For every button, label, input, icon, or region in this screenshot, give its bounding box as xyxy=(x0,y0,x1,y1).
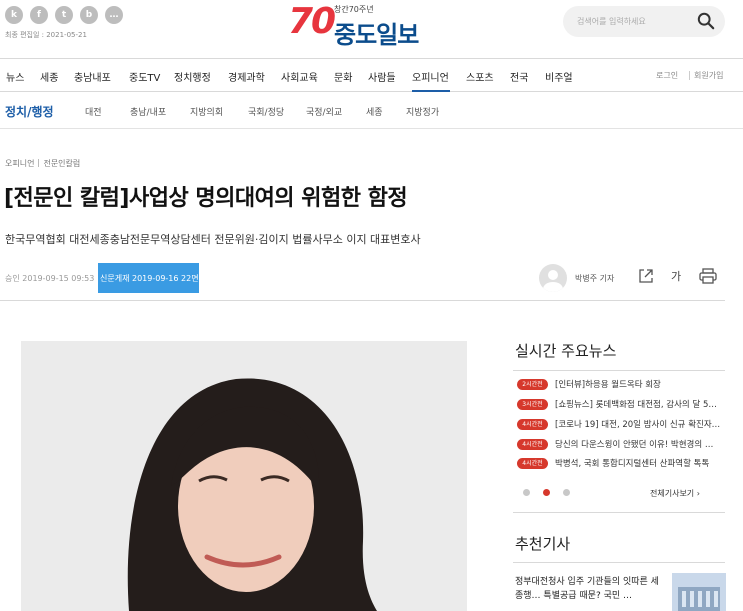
breadcrumb: 오피니언 전문인칼럼 xyxy=(5,158,80,169)
news-item[interactable]: 3시간전 [쇼핑뉴스] 롯데백화점 대전점, 감사의 달 5… xyxy=(515,397,727,411)
nav-item-visual[interactable]: 비주얼 xyxy=(545,69,573,84)
subnav-item-assembly[interactable]: 국회/정당 xyxy=(248,105,284,118)
facebook-icon[interactable]: f xyxy=(30,6,48,24)
carousel-dot-active[interactable] xyxy=(543,489,550,496)
nav-item-sports[interactable]: 스포츠 xyxy=(466,69,494,84)
news-title[interactable]: [코로나 19] 대전, 20일 밤사이 신규 확진자… xyxy=(555,418,727,430)
share-icon[interactable] xyxy=(638,268,654,284)
nav-item-tv[interactable]: 중도TV xyxy=(129,69,160,84)
breadcrumb-opinion[interactable]: 오피니언 xyxy=(5,159,34,168)
subnav-item-sejong[interactable]: 세종 xyxy=(366,105,383,118)
section-title[interactable]: 정치/행정 xyxy=(5,103,54,120)
search-box[interactable]: 검색어를 입력하세요 xyxy=(563,6,725,37)
main-nav: 뉴스 세종 충남내포 중도TV 정치행정 경제과학 사회교육 문화 사람들 오피… xyxy=(0,58,743,92)
reporter-name[interactable]: 박병주 기자 xyxy=(575,273,614,284)
news-time-badge: 4시간전 xyxy=(517,439,548,450)
active-nav-underline xyxy=(412,90,450,92)
carousel-pagination xyxy=(523,489,570,496)
site-logo[interactable]: 70 창간70주년 중도일보 xyxy=(288,1,448,50)
carousel-dot[interactable] xyxy=(523,489,530,496)
news-item[interactable]: 4시간전 박병석, 국회 통합디지털센터 산파역할 톡톡 xyxy=(515,456,727,470)
nav-item-politics[interactable]: 정치행정 xyxy=(174,69,211,84)
news-title[interactable]: [쇼핑뉴스] 롯데백화점 대전점, 감사의 달 5… xyxy=(555,398,727,410)
news-title[interactable]: [인터뷰]하응용 월드옥타 회장 xyxy=(555,378,727,390)
logo-name: 중도일보 xyxy=(334,21,419,49)
subnav-item-council[interactable]: 지방의회 xyxy=(190,105,223,118)
nav-item-economy[interactable]: 경제과학 xyxy=(228,69,265,84)
article-headline: [전문인 칼럼]사업상 명의대여의 위험한 함정 xyxy=(4,186,408,211)
article-photo xyxy=(21,341,467,611)
news-item[interactable]: 4시간전 [코로나 19] 대전, 20일 밤사이 신규 확진자… xyxy=(515,417,727,431)
columnist-portrait xyxy=(21,341,467,611)
subnav-item-daejeon[interactable]: 대전 xyxy=(85,105,102,118)
news-item[interactable]: 2시간전 [인터뷰]하응용 월드옥타 회장 xyxy=(515,377,727,391)
carousel-dot[interactable] xyxy=(563,489,570,496)
view-all-label: 전체기사보기 xyxy=(650,489,695,498)
sidebar-divider xyxy=(513,512,725,513)
news-item[interactable]: 4시간전 당신의 다운스윙이 안됐던 이유! 박현경의 … xyxy=(515,437,727,451)
nav-item-opinion[interactable]: 오피니언 xyxy=(412,69,449,84)
site-header: k f t b … 최종 편집일 : 2021-05-21 70 창간70주년 … xyxy=(0,0,743,57)
building-image xyxy=(672,573,726,611)
news-time-badge: 4시간전 xyxy=(517,419,548,430)
recommended-article-thumbnail[interactable] xyxy=(672,573,726,611)
sidebar-divider xyxy=(513,370,725,371)
nav-item-society[interactable]: 사회교육 xyxy=(281,69,318,84)
nav-separator xyxy=(689,71,690,80)
nav-item-sejong[interactable]: 세종 xyxy=(40,69,58,84)
more-share-icon[interactable]: … xyxy=(105,6,123,24)
search-input[interactable]: 검색어를 입력하세요 xyxy=(577,16,646,27)
last-edited-date: 최종 편집일 : 2021-05-21 xyxy=(5,31,87,39)
print-date: 신문게재 2019-09-16 22면 xyxy=(100,274,199,283)
subnav-item-local-politics[interactable]: 지방정가 xyxy=(406,105,439,118)
subnav-item-chungnam[interactable]: 충남/내포 xyxy=(130,105,166,118)
approved-date: 승인 2019-09-15 09:53 xyxy=(5,274,95,283)
recommended-title: 추천기사 xyxy=(515,535,571,553)
nav-item-chungnam[interactable]: 충남내포 xyxy=(74,69,111,84)
social-links: k f t b … xyxy=(5,6,123,24)
reporter-avatar xyxy=(539,264,567,292)
chevron-right-icon: › xyxy=(696,489,700,498)
news-title[interactable]: 당신의 다운스윙이 안됐던 이유! 박현경의 … xyxy=(555,438,727,450)
print-date-highlight: 신문게재 2019-09-16 22면 xyxy=(98,263,199,293)
logo-number: 70 xyxy=(288,1,336,42)
nav-item-culture[interactable]: 문화 xyxy=(334,69,352,84)
news-time-badge: 3시간전 xyxy=(517,399,548,410)
recommended-article-title[interactable]: 정부대전청사 입주 기관들의 잇따른 세종행… 특별공급 때문? 국민 … xyxy=(515,575,663,603)
signup-link[interactable]: 회원가입 xyxy=(694,70,723,81)
print-icon[interactable] xyxy=(699,268,717,284)
section-subnav: 정치/행정 대전 충남/내포 지방의회 국회/정당 국정/외교 세종 지방정가 xyxy=(0,93,743,129)
subnav-item-diplomacy[interactable]: 국정/외교 xyxy=(306,105,342,118)
search-icon[interactable] xyxy=(697,12,715,30)
news-time-badge: 4시간전 xyxy=(517,458,548,469)
font-size-icon[interactable]: 가 xyxy=(671,268,681,284)
article-header-divider xyxy=(0,300,725,301)
twitter-icon[interactable]: t xyxy=(55,6,73,24)
kakaostory-icon[interactable]: k xyxy=(5,6,23,24)
login-link[interactable]: 로그인 xyxy=(656,70,678,81)
news-title[interactable]: 박병석, 국회 통합디지털센터 산파역할 톡톡 xyxy=(555,457,727,469)
sidebar-divider xyxy=(513,562,725,563)
news-time-badge: 2시간전 xyxy=(517,379,548,390)
view-all-link[interactable]: 전체기사보기 › xyxy=(650,488,700,499)
nav-item-national[interactable]: 전국 xyxy=(510,69,528,84)
blog-icon[interactable]: b xyxy=(80,6,98,24)
nav-item-news[interactable]: 뉴스 xyxy=(6,69,24,84)
realtime-news-title: 실시간 주요뉴스 xyxy=(515,342,617,360)
logo-anniversary: 창간70주년 xyxy=(334,5,374,14)
nav-item-people[interactable]: 사람들 xyxy=(368,69,396,84)
breadcrumb-separator xyxy=(38,159,40,167)
breadcrumb-column[interactable]: 전문인칼럼 xyxy=(43,159,80,168)
article-subtitle: 한국무역협회 대전세종충남전문무역상담센터 전문위원·김이지 법률사무소 이지 … xyxy=(5,233,421,246)
